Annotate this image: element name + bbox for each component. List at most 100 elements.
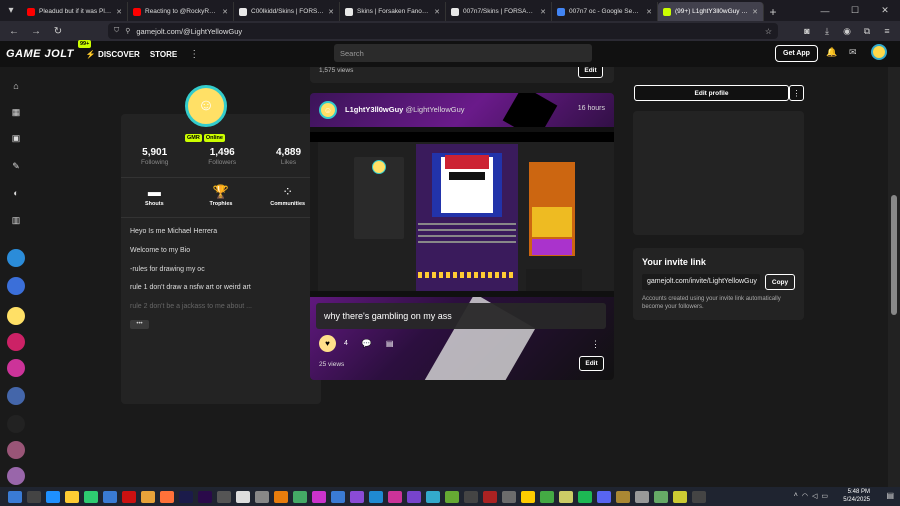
close-tab-icon[interactable]: ✕ [328,8,334,16]
wifi-icon[interactable]: ◠ [802,492,808,500]
taskbar-app-icon[interactable] [84,490,98,503]
close-tab-icon[interactable]: ✕ [752,8,758,16]
account-icon[interactable]: ◉ [840,23,854,39]
gamejolt-logo[interactable]: GAME JOLT [6,48,74,60]
close-tab-icon[interactable]: ✕ [222,8,228,16]
chrome-icon[interactable] [141,490,155,503]
scrollbar-thumb[interactable] [891,195,897,315]
new-tab-button[interactable]: + [764,2,782,21]
taskbar-app-icon[interactable] [445,490,459,503]
downloads-icon[interactable]: ⤓ [820,23,834,39]
community-icon-1[interactable] [7,249,25,267]
community-icon-9[interactable] [7,467,25,485]
edit-post-button[interactable]: Edit [579,356,604,371]
edge-icon[interactable] [103,490,117,503]
close-tab-icon[interactable]: ✕ [646,8,652,16]
post-more-icon[interactable]: ⋮ [591,339,600,350]
battery-icon[interactable]: ▭ [821,492,828,500]
taskbar-app-icon[interactable] [312,490,326,503]
chat-icon[interactable]: ✉ [849,47,857,58]
browser-tab[interactable]: 007n7 oc - Google Search ✕ [552,2,658,21]
bio-more-button[interactable]: ••• [130,320,149,329]
post-card[interactable]: ☺ L1ghtY3ll0wGuy @LightYellowGuy 16 hour… [310,93,614,380]
notification-center-icon[interactable]: ▤ [886,491,894,500]
taskbar-app-icon[interactable] [331,490,345,503]
taskbar-app-icon[interactable] [293,490,307,503]
profile-tab-communities[interactable]: ⁘ Communities [263,184,313,207]
roblox-icon[interactable] [236,490,250,503]
community-icon-5[interactable] [7,359,25,377]
post-author-avatar[interactable]: ☺ [319,101,337,119]
taskbar-app-icon[interactable] [464,490,478,503]
taskbar-app-icon[interactable] [692,490,706,503]
maximize-icon[interactable]: ☐ [840,0,870,21]
browser-tab[interactable]: Pleadud but if it was Plead (aka ✕ [22,2,128,21]
stat-following[interactable]: 5,901 Following [141,147,168,166]
search-input[interactable]: Search [334,44,592,62]
extensions-icon[interactable]: ⧉ [860,23,874,39]
nav-store[interactable]: STORE [150,50,177,59]
taskbar-app-icon[interactable] [502,490,516,503]
minimize-icon[interactable]: — [810,0,840,21]
taskbar-app-icon[interactable] [673,490,687,503]
community-icon-3[interactable] [7,307,25,325]
browser-tab[interactable]: 007n7/Skins | FORSAKEN Wiki | ✕ [446,2,552,21]
page-scrollbar[interactable] [888,67,900,487]
user-avatar[interactable] [871,44,887,60]
profile-tab-shouts[interactable]: ▬ Shouts [129,184,179,207]
discord-app-icon[interactable] [597,490,611,503]
profile-avatar[interactable]: ☺ [185,85,227,127]
url-bar[interactable]: ⛉ ⚲ gamejolt.com/@LightYellowGuy ☆ [108,23,778,39]
edit-profile-button[interactable]: Edit profile [634,85,789,101]
like-button[interactable]: ♥ [319,335,336,352]
volume-icon[interactable]: ◁ [812,492,817,500]
bookmark-star-icon[interactable]: ☆ [765,27,772,36]
animate-icon[interactable] [179,490,193,503]
spotify-icon[interactable] [578,490,592,503]
browser-tab[interactable]: Reacting to @RockyRakoon ✕ [128,2,234,21]
url-text[interactable]: gamejolt.com/@LightYellowGuy [136,27,242,36]
copy-button[interactable]: Copy [765,274,795,290]
browser-tab[interactable]: Skins | Forsaken Fanon Wiki | F ✕ [340,2,446,21]
taskbar-app-icon[interactable] [388,490,402,503]
taskbar-app-icon[interactable] [426,490,440,503]
post-handle[interactable]: @LightYellowGuy [405,105,464,114]
bell-icon[interactable]: 🔔 [826,47,837,58]
taskbar-app-icon[interactable] [540,490,554,503]
stat-followers[interactable]: 1,496 Followers [208,147,236,166]
post-screenshot-image[interactable] [310,127,614,297]
post-username[interactable]: L1ghtY3ll0wGuy [345,105,403,114]
community-icon-6[interactable] [7,387,25,405]
taskbar-app-icon[interactable] [217,490,231,503]
menu-icon[interactable]: ≡ [880,23,894,39]
store-icon[interactable]: ▦ [7,103,25,121]
tab-list-icon[interactable]: ▾ [0,0,22,21]
taskbar-app-icon[interactable] [255,490,269,503]
community-icon-7[interactable] [7,415,25,433]
vscode-icon[interactable] [369,490,383,503]
community-icon-4[interactable] [7,333,25,351]
browser-tab[interactable]: C00lkidd/Skins | FORSAKEN Wi ✕ [234,2,340,21]
taskbar-app-icon[interactable] [407,490,421,503]
shield-icon[interactable]: ⛉ [114,27,119,35]
file-explorer-icon[interactable] [65,490,79,503]
chevron-up-icon[interactable]: ˄ [794,492,798,500]
edit-post-button[interactable]: Edit [578,67,603,78]
profile-more-icon[interactable]: ⋮ [789,85,804,101]
taskbar-app-icon[interactable] [635,490,649,503]
reload-icon[interactable]: ↻ [50,23,66,39]
close-tab-icon[interactable]: ✕ [540,8,546,16]
taskbar-app-icon[interactable] [483,490,497,503]
clock[interactable]: 5:48 PM 5/24/2025 [843,489,870,505]
forward-icon[interactable]: → [28,23,44,39]
start-icon[interactable] [8,490,22,503]
sticker-icon[interactable]: ▤ [386,339,394,348]
pocket-icon[interactable]: ◙ [800,23,814,39]
invite-url-field[interactable]: gamejolt.com/invite/LightYellowGuy [642,274,760,290]
taskbar-app-icon[interactable] [559,490,573,503]
mail-icon[interactable] [46,490,60,503]
browser-tab[interactable]: (99+) L1ghtY3ll0wGuy (@Light ✕ [658,2,764,21]
blender-icon[interactable] [274,490,288,503]
nav-discover[interactable]: ⚡ DISCOVER [86,50,140,59]
firefox-icon[interactable] [160,490,174,503]
